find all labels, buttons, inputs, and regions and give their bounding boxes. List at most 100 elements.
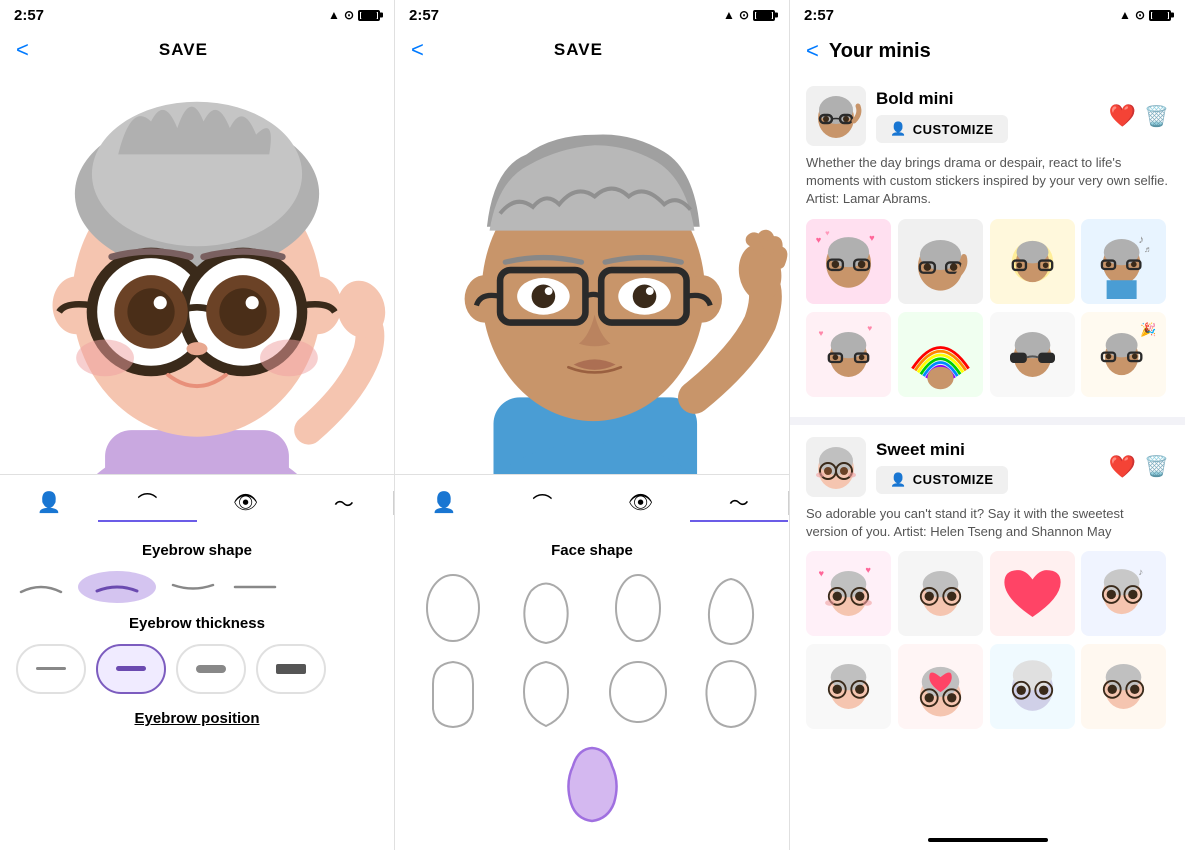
toolbar-body-2[interactable]: 👤: [395, 486, 493, 519]
eyebrow-opt-2[interactable]: [78, 571, 156, 603]
sticker-1-1[interactable]: ♥ ♥ ♥: [806, 219, 891, 304]
svg-text:♬: ♬: [1144, 244, 1152, 254]
sweet-sticker-1-2[interactable]: [898, 551, 983, 636]
sweet-mini-actions: ❤️ 🗑️: [1109, 454, 1169, 480]
bold-trash-button[interactable]: 🗑️: [1144, 104, 1169, 129]
face-shape-cell-3[interactable]: [596, 571, 681, 646]
minis-back-button[interactable]: <: [806, 38, 819, 64]
wifi-icon-3: ⊙: [1135, 8, 1145, 22]
time-2: 2:57: [409, 7, 439, 24]
sweet-mini-name: Sweet mini: [876, 440, 1099, 460]
toolbar-eye-2[interactable]: 👁: [592, 486, 690, 519]
bold-customize-button[interactable]: 👤 CUSTOMIZE: [876, 115, 1008, 143]
eyebrow-opt-4[interactable]: [230, 577, 280, 597]
face-shape-cell-1[interactable]: [411, 571, 496, 646]
sweet-customize-button[interactable]: 👤 CUSTOMIZE: [876, 466, 1008, 494]
nav-bar-1: < SAVE: [0, 28, 394, 72]
toolbar-2: 👤 ⌒ 👁 〜: [395, 474, 789, 530]
customize-section-1: Eyebrow shape Eyebrow thickness: [0, 530, 394, 850]
face-shape-cell-4[interactable]: [689, 571, 774, 646]
eyebrow-opt-3[interactable]: [168, 577, 218, 597]
toolbar-body-1[interactable]: 👤: [0, 486, 98, 519]
sweet-trash-button[interactable]: 🗑️: [1144, 454, 1169, 479]
minis-title: Your minis: [829, 40, 931, 63]
face-shape-cell-2[interactable]: [504, 571, 589, 646]
sweet-sticker-1-3[interactable]: [990, 551, 1075, 636]
bold-mini-actions: ❤️ 🗑️: [1109, 103, 1169, 129]
battery-icon-3: [1149, 10, 1171, 21]
svg-text:🎉: 🎉: [1141, 321, 1157, 337]
status-bar-2: 2:57 ▲ ⊙: [395, 0, 789, 28]
toolbar-eye-1[interactable]: 👁: [197, 486, 295, 519]
thickness-opt-4[interactable]: [256, 644, 326, 694]
toolbar-divider-1: [393, 491, 394, 515]
eyebrow-shape-options: [16, 571, 378, 603]
bold-sticker-grid: ♥ ♥ ♥: [806, 219, 1169, 304]
customize-section-2: Face shape: [395, 530, 789, 850]
status-icons-1: ▲ ⊙: [328, 8, 380, 22]
minis-divider: [790, 417, 1185, 425]
sticker-2-2[interactable]: [898, 312, 983, 397]
sweet-mini-header: Sweet mini 👤 CUSTOMIZE ❤️ 🗑️: [806, 437, 1169, 497]
back-button-2[interactable]: <: [411, 37, 424, 63]
thickness-opt-1[interactable]: [16, 644, 86, 694]
wifi-icon-2: ⊙: [739, 8, 749, 22]
sweet-sticker-2-3[interactable]: [990, 644, 1075, 729]
eyebrow-thickness-options: [16, 644, 378, 694]
thickness-opt-3[interactable]: [176, 644, 246, 694]
sweet-mini-card: Sweet mini 👤 CUSTOMIZE ❤️ 🗑️ So adorable…: [790, 425, 1185, 749]
toolbar-wave-1[interactable]: 〜: [295, 484, 393, 521]
face-shape-cell-6[interactable]: [504, 654, 589, 729]
status-bar-3: 2:57 ▲ ⊙: [790, 0, 1185, 28]
sweet-mini-info: Sweet mini 👤 CUSTOMIZE: [876, 440, 1099, 494]
thickness-opt-2[interactable]: [96, 644, 166, 694]
bold-mini-avatar: [806, 86, 866, 146]
sweet-sticker-2-1[interactable]: [806, 644, 891, 729]
face-shape-cell-8[interactable]: [689, 654, 774, 729]
svg-text:♥: ♥: [819, 327, 824, 337]
bold-heart-button[interactable]: ❤️: [1109, 103, 1136, 129]
avatar-section-2: [395, 72, 789, 474]
back-button-1[interactable]: <: [16, 37, 29, 63]
svg-text:♥: ♥: [869, 232, 875, 242]
sweet-mini-description: So adorable you can't stand it? Say it w…: [806, 505, 1169, 541]
bold-customize-label: CUSTOMIZE: [913, 122, 994, 137]
avatar-svg-2: [395, 72, 789, 474]
svg-text:♥: ♥: [867, 323, 872, 333]
sweet-sticker-1-4[interactable]: ♪: [1081, 551, 1166, 636]
sticker-2-3[interactable]: [990, 312, 1075, 397]
bold-mini-info: Bold mini 👤 CUSTOMIZE: [876, 89, 1099, 143]
bold-mini-name: Bold mini: [876, 89, 1099, 109]
save-button-2[interactable]: SAVE: [554, 40, 603, 60]
svg-text:♥: ♥: [816, 234, 822, 244]
toolbar-wave-2[interactable]: 〜: [690, 483, 788, 522]
sweet-mini-avatar: [806, 437, 866, 497]
toolbar-brow-1[interactable]: ⌒: [98, 483, 196, 522]
sticker-2-4[interactable]: 🎉: [1081, 312, 1166, 397]
eyebrow-opt-1[interactable]: [16, 577, 66, 597]
sticker-1-3[interactable]: [990, 219, 1075, 304]
sweet-sticker-1-1[interactable]: ♥ ♥: [806, 551, 891, 636]
toolbar-brow-2[interactable]: ⌒: [493, 484, 591, 521]
status-icons-2: ▲ ⊙: [723, 8, 775, 22]
sweet-sticker-2-4[interactable]: [1081, 644, 1166, 729]
sticker-2-1[interactable]: ♥ ♥: [806, 312, 891, 397]
bold-mini-description: Whether the day brings drama or despair,…: [806, 154, 1169, 209]
bold-mini-header: Bold mini 👤 CUSTOMIZE ❤️ 🗑️: [806, 86, 1169, 146]
svg-text:♥: ♥: [819, 569, 825, 579]
toolbar-divider-2: [788, 491, 789, 515]
save-button-1[interactable]: SAVE: [159, 40, 208, 60]
signal-icon-2: ▲: [723, 8, 735, 22]
sticker-1-2[interactable]: [898, 219, 983, 304]
sweet-customize-label: CUSTOMIZE: [913, 472, 994, 487]
sticker-1-4[interactable]: ♪ ♬: [1081, 219, 1166, 304]
face-shape-cell-7[interactable]: [596, 654, 681, 729]
avatar-svg-1: [0, 72, 394, 474]
signal-icon-1: ▲: [328, 8, 340, 22]
face-shape-cell-5[interactable]: [411, 654, 496, 729]
svg-text:♥: ♥: [865, 565, 871, 575]
sweet-heart-button[interactable]: ❤️: [1109, 454, 1136, 480]
sweet-sticker-2-2[interactable]: [898, 644, 983, 729]
face-shape-title: Face shape: [411, 542, 773, 559]
customize-icon-1: 👤: [890, 121, 907, 137]
